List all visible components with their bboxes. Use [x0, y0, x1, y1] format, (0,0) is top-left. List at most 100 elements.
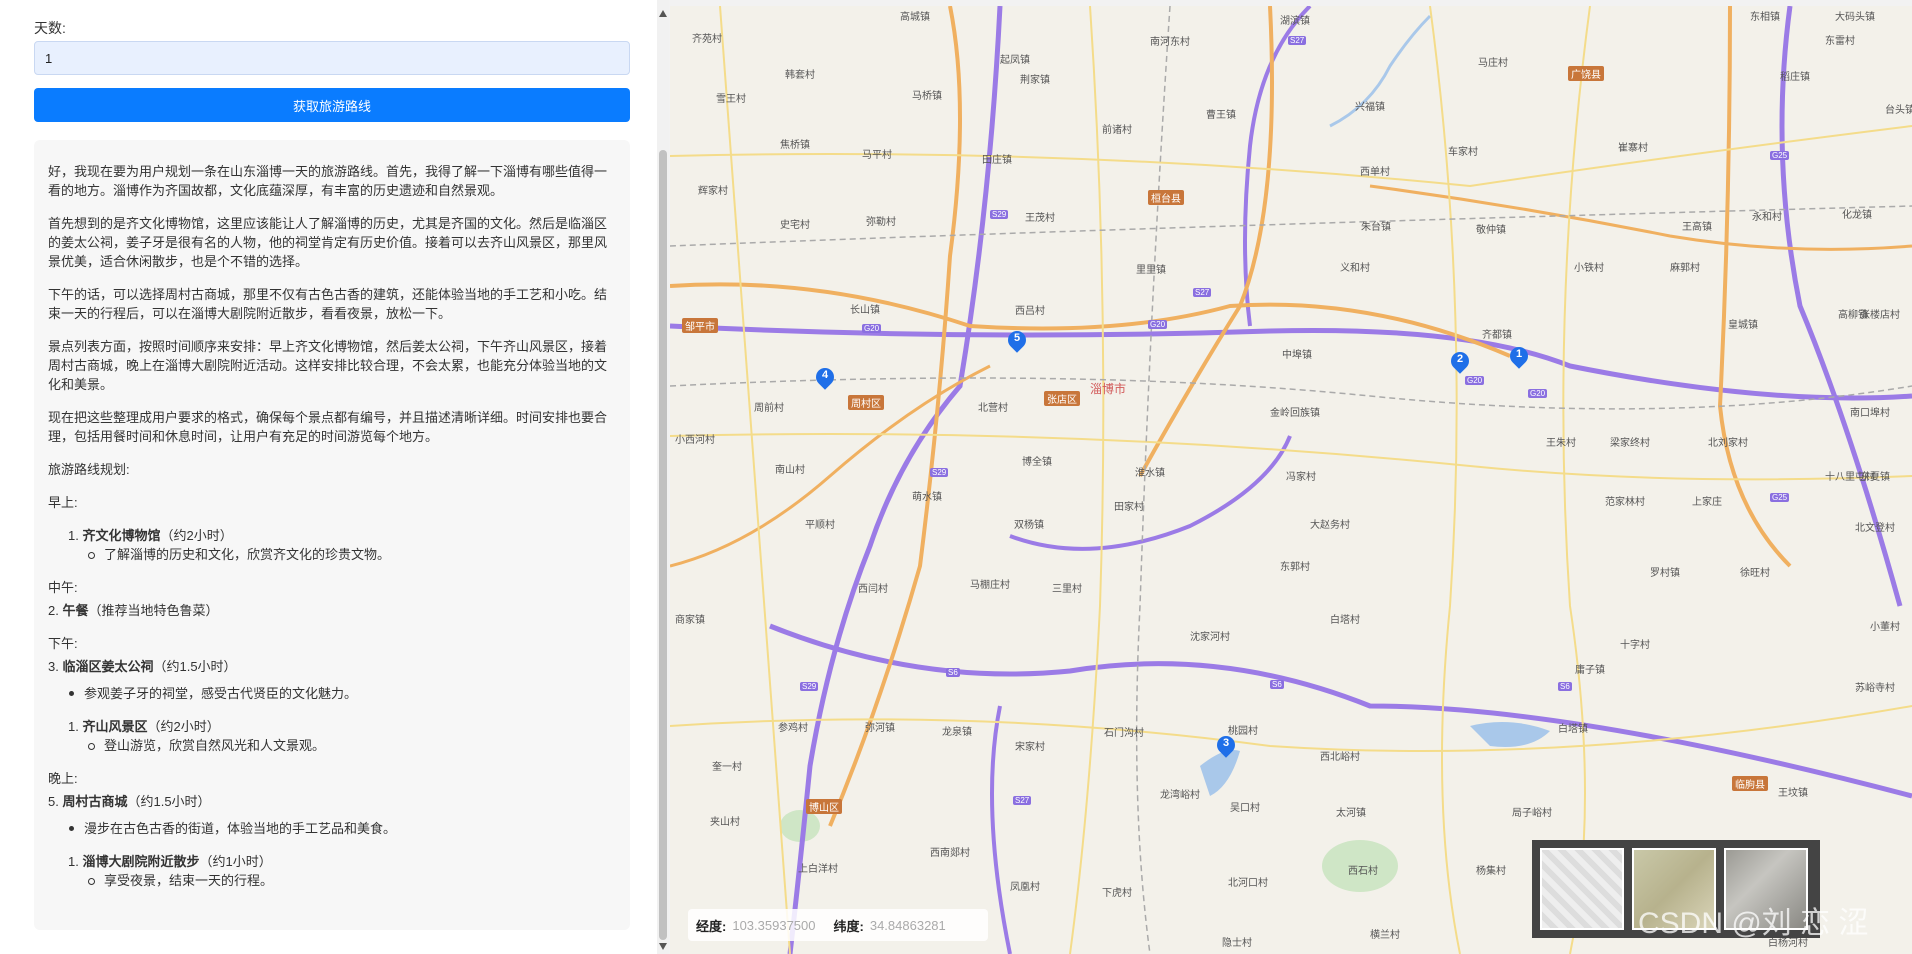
place-label: 局子峪村 — [1512, 808, 1552, 819]
place-label: 双杨镇 — [1014, 520, 1044, 531]
afternoon-heading: 下午: — [48, 636, 78, 651]
place-label: 杨集村 — [1476, 866, 1506, 877]
road-shield: G25 — [1770, 493, 1790, 502]
place-label: 王茂村 — [1025, 213, 1055, 224]
place-label: 皇城镇 — [1728, 320, 1758, 331]
result-paragraph: 景点列表方面，按照时间顺序来安排：早上齐文化博物馆，然后姜太公祠，下午齐山风景区… — [48, 339, 608, 392]
panel-scrollbar[interactable] — [657, 0, 669, 954]
district-label: 博山区 — [806, 799, 842, 814]
place-label: 石门沟村 — [1104, 728, 1144, 739]
place-label: 徐旺村 — [1740, 568, 1770, 579]
place-label: 太河镇 — [1336, 808, 1366, 819]
place-label: 上白洋村 — [798, 864, 838, 875]
place-label: 大码头镇 — [1835, 12, 1875, 23]
place-label: 博全镇 — [1022, 457, 1052, 468]
latitude-label: 纬度: — [833, 918, 864, 934]
road-shield: S27 — [1193, 288, 1212, 297]
itinerary-item-2: 2. 午餐（推荐当地特色鲁菜） — [48, 601, 616, 620]
result-paragraph: 好，我现在要为用户规划一条在山东淄博一天的旅游路线。首先，我得了解一下淄博有哪些… — [48, 164, 608, 198]
place-label: 东雷村 — [1825, 36, 1855, 47]
road-shield: S29 — [990, 210, 1009, 219]
place-label: 西吕村 — [1015, 306, 1045, 317]
marker-number: 5 — [1013, 332, 1021, 344]
place-label: 田庄镇 — [982, 155, 1012, 166]
place-label: 里里镇 — [1136, 265, 1166, 276]
place-label: 马平村 — [862, 150, 892, 161]
place-label: 大赵务村 — [1310, 520, 1350, 531]
layer-standard-button[interactable] — [1540, 848, 1624, 930]
item-number: 2. — [48, 603, 59, 618]
place-label: 南山村 — [775, 465, 805, 476]
place-label: 荆家镇 — [1020, 75, 1050, 86]
road-shield: S27 — [1288, 36, 1307, 45]
item-number: 3. — [48, 659, 59, 674]
place-label: 苏峪寺村 — [1855, 683, 1895, 694]
morning-heading: 早上: — [48, 495, 78, 510]
place-label: 东夏镇 — [1860, 472, 1890, 483]
place-label: 西单村 — [1360, 167, 1390, 178]
route-marker-5[interactable]: 5 — [1004, 327, 1030, 355]
place-label: 下虎村 — [1102, 888, 1132, 899]
result-paragraph: 下午的话，可以选择周村古商城，那里不仅有古色古香的建筑，还能体验当地的手工艺和小… — [48, 287, 608, 321]
place-label: 奎一村 — [712, 762, 742, 773]
route-marker-3[interactable]: 3 — [1213, 732, 1239, 760]
itinerary-item-1: 1. 齐文化博物馆（约2小时） — [48, 526, 616, 545]
map-view[interactable]: 高城镇 起凤镇 湖滨镇 南河东村 马庄村 东相镇 大码头镇 齐苑村 韩套村 荆家… — [670, 6, 1912, 954]
longitude-value: 103.35937500 — [732, 917, 816, 933]
place-label: 王朱村 — [1546, 438, 1576, 449]
place-label: 稻庄镇 — [1780, 72, 1810, 83]
place-label: 兴福镇 — [1355, 102, 1385, 113]
road-shield: G20 — [1528, 389, 1548, 398]
place-label: 车家村 — [1448, 147, 1478, 158]
scroll-down-arrow-icon[interactable] — [659, 943, 667, 950]
route-marker-1[interactable]: 1 — [1506, 343, 1532, 371]
item-title: 周村古商城 — [62, 794, 128, 809]
road-shield: S29 — [930, 468, 949, 477]
place-label: 永和村 — [1752, 212, 1782, 223]
marker-number: 2 — [1456, 353, 1464, 365]
scroll-up-arrow-icon[interactable] — [659, 10, 667, 17]
item-duration: （约2小时） — [147, 719, 220, 734]
place-label: 曹王镇 — [1206, 110, 1236, 121]
result-paragraph: 首先想到的是齐文化博物馆，这里应该能让人了解淄博的历史，尤其是齐国的文化。然后是… — [48, 216, 608, 269]
place-label: 义和村 — [1340, 263, 1370, 274]
place-label: 齐苑村 — [692, 34, 722, 45]
place-label: 中埠镇 — [1282, 350, 1312, 361]
scrollbar-thumb[interactable] — [659, 150, 667, 940]
place-label: 田家村 — [1114, 502, 1144, 513]
place-label: 上家庄 — [1692, 497, 1722, 508]
place-label: 庸子镇 — [1575, 665, 1605, 676]
place-label: 湖滨镇 — [1280, 16, 1310, 27]
place-label: 南口埠村 — [1850, 408, 1890, 419]
place-label: 韩套村 — [785, 70, 815, 81]
item-duration: （约1小时） — [199, 854, 272, 869]
place-label: 雪王村 — [716, 94, 746, 105]
road-shield: S6 — [1558, 682, 1572, 691]
days-input[interactable]: 1 — [34, 41, 630, 75]
item-title: 临淄区姜太公祠 — [62, 659, 154, 674]
route-marker-2[interactable]: 2 — [1447, 348, 1473, 376]
place-label: 起凤镇 — [1000, 55, 1030, 66]
place-label: 马棚庄村 — [970, 580, 1010, 591]
item-number: 1. — [68, 854, 79, 869]
place-label: 王高镇 — [1682, 222, 1712, 233]
route-marker-4[interactable]: 4 — [812, 364, 838, 392]
get-route-button[interactable]: 获取旅游路线 — [34, 88, 630, 122]
place-label: 龙泉镇 — [942, 727, 972, 738]
place-label: 平顺村 — [805, 520, 835, 531]
road-shield: S27 — [1013, 796, 1032, 805]
place-label: 史宅村 — [780, 220, 810, 231]
plan-title: 旅游路线规划: — [48, 462, 130, 477]
place-label: 西南郯村 — [930, 848, 970, 859]
place-label: 龙湾峪村 — [1160, 790, 1200, 801]
marker-number: 4 — [821, 369, 829, 381]
days-label: 天数: — [34, 20, 66, 36]
place-label: 周前村 — [754, 403, 784, 414]
place-label: 化龙镇 — [1842, 210, 1872, 221]
days-value: 1 — [45, 50, 53, 66]
place-label: 凤凰村 — [1010, 882, 1040, 893]
road-shield: S6 — [1270, 680, 1284, 689]
place-label: 白塔村 — [1330, 615, 1360, 626]
place-label: 弥勒村 — [866, 217, 896, 228]
itinerary-item-3: 3. 临淄区姜太公祠（约1.5小时） — [48, 657, 616, 676]
